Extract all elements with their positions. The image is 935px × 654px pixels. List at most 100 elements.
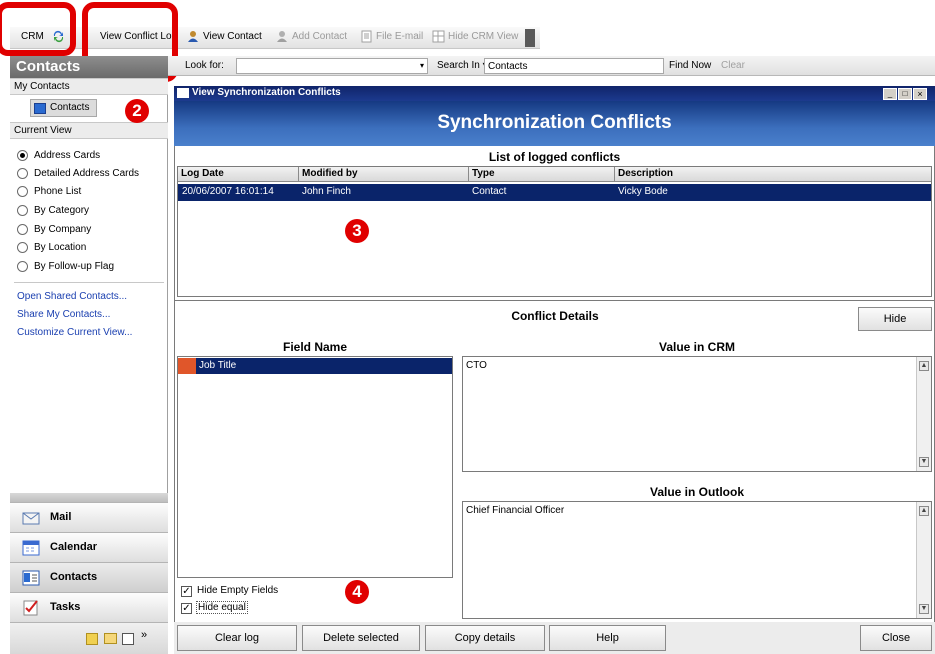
folder-contacts-item[interactable]: Contacts	[30, 99, 97, 117]
configure-buttons-icon[interactable]: »	[141, 629, 147, 641]
column-log-date[interactable]: Log Date	[178, 167, 299, 182]
nav-calendar-button[interactable]: Calendar	[10, 532, 168, 562]
outlook-scrollbar[interactable]: ▲ ▼	[916, 502, 931, 618]
nav-calendar-label: Calendar	[50, 541, 98, 553]
scroll-up-icon[interactable]: ▲	[919, 506, 929, 516]
close-button[interactable]: Close	[860, 625, 932, 651]
view-by-location[interactable]: By Location	[17, 242, 87, 253]
dropdown-arrow-icon: ▾	[419, 61, 424, 70]
column-type[interactable]: Type	[469, 167, 615, 182]
field-name-list[interactable]	[177, 356, 453, 578]
cell-modified-by: John Finch	[302, 186, 351, 197]
toolbar-overflow-icon[interactable]	[525, 29, 535, 47]
view-label: Phone List	[34, 186, 82, 197]
value-in-crm-text: CTO	[466, 360, 487, 371]
column-description[interactable]: Description	[615, 167, 931, 182]
search-in-label: Search In	[437, 60, 480, 71]
find-now-button[interactable]: Find Now	[669, 60, 711, 71]
nav-splitter[interactable]	[10, 493, 168, 502]
scroll-up-icon[interactable]: ▲	[919, 361, 929, 371]
dialog-title: View Synchronization Conflicts	[192, 87, 341, 98]
list-item[interactable]: Job Title	[178, 358, 452, 374]
cell-type: Contact	[472, 186, 507, 197]
clear-log-button[interactable]: Clear log	[177, 625, 297, 651]
value-in-crm-textarea[interactable]: CTO ▲ ▼	[462, 356, 932, 472]
nav-tasks-label: Tasks	[50, 601, 81, 613]
view-address-cards[interactable]: Address Cards	[17, 150, 100, 161]
hide-details-button[interactable]: Hide	[858, 307, 932, 331]
conflict-details-title: Conflict Details	[511, 309, 599, 323]
view-label: By Location	[34, 242, 87, 253]
minimize-icon[interactable]: _	[883, 88, 897, 100]
file-email-button[interactable]: File E-mail	[376, 31, 423, 42]
add-contact-icon	[277, 31, 287, 42]
annotation-badge-3: 3	[345, 219, 369, 243]
delete-selected-button[interactable]: Delete selected	[302, 625, 420, 651]
field-name-label: Job Title	[199, 360, 237, 371]
annotation-badge-2: 2	[125, 99, 149, 123]
current-view-header: Current View	[10, 122, 168, 139]
nav-contacts-button[interactable]: Contacts	[10, 562, 168, 592]
hide-equal-label: Hide equal	[196, 601, 248, 614]
view-label: Detailed Address Cards	[34, 168, 140, 179]
cell-description: Vicky Bode	[618, 186, 668, 197]
search-in-button[interactable]: Search In ▾	[437, 60, 488, 71]
window-controls: _ □ ×	[883, 88, 931, 100]
field-name-header: Field Name	[282, 340, 348, 354]
cell-log-date: 20/06/2007 16:01:14	[182, 186, 274, 197]
view-detailed-address-cards[interactable]: Detailed Address Cards	[17, 168, 140, 179]
copy-details-button[interactable]: Copy details	[425, 625, 545, 651]
nav-shortcut-bar: »	[10, 622, 168, 654]
view-by-category[interactable]: By Category	[17, 205, 90, 216]
hide-equal-checkbox[interactable]: ✓	[181, 603, 192, 614]
open-shared-contacts-link[interactable]: Open Shared Contacts...	[17, 291, 127, 302]
nav-contacts-label: Contacts	[50, 571, 98, 583]
nav-tasks-button[interactable]: Tasks	[10, 592, 168, 622]
look-for-input[interactable]: ▾	[236, 58, 428, 74]
navigation-pane-title: Contacts	[10, 56, 168, 78]
crm-scrollbar[interactable]: ▲ ▼	[916, 357, 931, 471]
view-label: By Company	[34, 224, 92, 235]
shortcuts-icon[interactable]	[122, 633, 134, 645]
maximize-icon[interactable]: □	[898, 88, 912, 100]
nav-mail-button[interactable]: Mail	[10, 502, 168, 532]
mail-icon	[22, 512, 40, 525]
clear-button[interactable]: Clear	[721, 60, 745, 71]
look-for-label: Look for:	[185, 60, 224, 71]
view-by-follow-up-flag[interactable]: By Follow-up Flag	[17, 261, 115, 272]
column-modified-by[interactable]: Modified by	[299, 167, 469, 182]
value-in-crm-header: Value in CRM	[658, 340, 735, 354]
view-by-company[interactable]: By Company	[17, 224, 92, 235]
nav-mail-label: Mail	[50, 511, 72, 523]
calendar-icon	[22, 540, 40, 556]
view-contact-button[interactable]: View Contact	[203, 31, 262, 42]
notes-icon[interactable]	[86, 633, 98, 645]
scroll-down-icon[interactable]: ▼	[919, 457, 929, 467]
dialog-titlebar: View Synchronization Conflicts	[174, 86, 935, 101]
add-contact-button[interactable]: Add Contact	[292, 31, 347, 42]
table-row[interactable]	[178, 184, 931, 201]
conflict-list-title: List of logged conflicts	[488, 150, 621, 164]
close-icon[interactable]: ×	[913, 88, 927, 100]
hide-empty-fields-label: Hide Empty Fields	[197, 585, 279, 596]
radio-icon	[17, 168, 28, 179]
hide-empty-fields-checkbox[interactable]: ✓	[181, 586, 192, 597]
search-in-field[interactable]: Contacts	[484, 58, 664, 74]
value-in-outlook-textarea[interactable]: Chief Financial Officer ▲ ▼	[462, 501, 932, 619]
customize-current-view-link[interactable]: Customize Current View...	[17, 327, 132, 338]
contacts-folder-icon	[34, 103, 46, 114]
help-button[interactable]: Help	[549, 625, 666, 651]
share-my-contacts-link[interactable]: Share My Contacts...	[17, 309, 110, 320]
divider	[14, 282, 164, 283]
conflict-marker-icon	[178, 358, 196, 374]
view-label: By Follow-up Flag	[34, 261, 115, 272]
radio-icon	[17, 186, 28, 197]
view-label: By Category	[34, 205, 90, 216]
dialog-banner: Synchronization Conflicts	[174, 101, 935, 146]
splitter[interactable]	[174, 300, 935, 301]
folder-icon[interactable]	[104, 633, 117, 644]
view-phone-list[interactable]: Phone List	[17, 186, 82, 197]
radio-icon	[17, 261, 28, 272]
hide-crm-view-button[interactable]: Hide CRM View	[448, 31, 518, 42]
scroll-down-icon[interactable]: ▼	[919, 604, 929, 614]
